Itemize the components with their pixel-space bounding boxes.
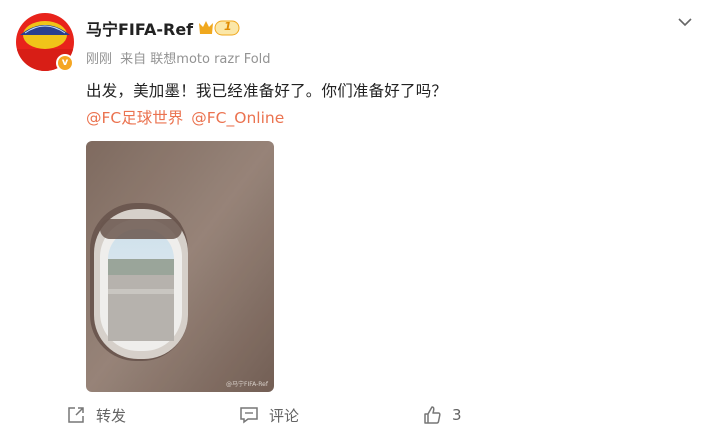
comment-label: 评论 — [269, 406, 300, 425]
action-bar: 转发 评论 3 — [0, 400, 714, 430]
thumbs-up-icon — [424, 406, 441, 424]
repost-button[interactable]: 转发 — [66, 400, 126, 430]
author-name[interactable]: 马宁FIFA-Ref — [86, 16, 193, 40]
repost-icon — [68, 407, 84, 423]
image-watermark: @马宁FIFA-Ref — [226, 380, 269, 388]
comment-button[interactable]: 评论 — [239, 400, 299, 430]
post-source: 来自 联想moto razr Fold — [120, 52, 271, 67]
vip-crown-icon[interactable]: 1 — [198, 19, 240, 37]
like-count: 3 — [452, 406, 462, 424]
weibo-post-card: v 马宁FIFA-Ref 1 刚刚 来自 联想moto razr Fold 出发… — [0, 0, 714, 439]
repost-label: 转发 — [96, 406, 127, 425]
post-time[interactable]: 刚刚 — [86, 52, 112, 67]
mention-link[interactable]: @FC足球世界 — [86, 109, 183, 127]
post-text: 出发，美加墨！我已经准备好了。你们准备好了吗？ — [86, 82, 448, 100]
post-image[interactable]: @马宁FIFA-Ref — [86, 141, 274, 392]
verified-badge-icon: v — [56, 54, 74, 72]
like-button[interactable]: 3 — [422, 400, 462, 430]
chevron-down-icon[interactable] — [677, 16, 693, 28]
mention-link[interactable]: @FC_Online — [191, 109, 284, 127]
mentions: @FC足球世界 @FC_Online — [86, 106, 284, 128]
vip-level: 1 — [224, 20, 232, 33]
post-meta: 刚刚 来自 联想moto razr Fold — [86, 48, 271, 67]
comment-icon — [240, 407, 258, 424]
